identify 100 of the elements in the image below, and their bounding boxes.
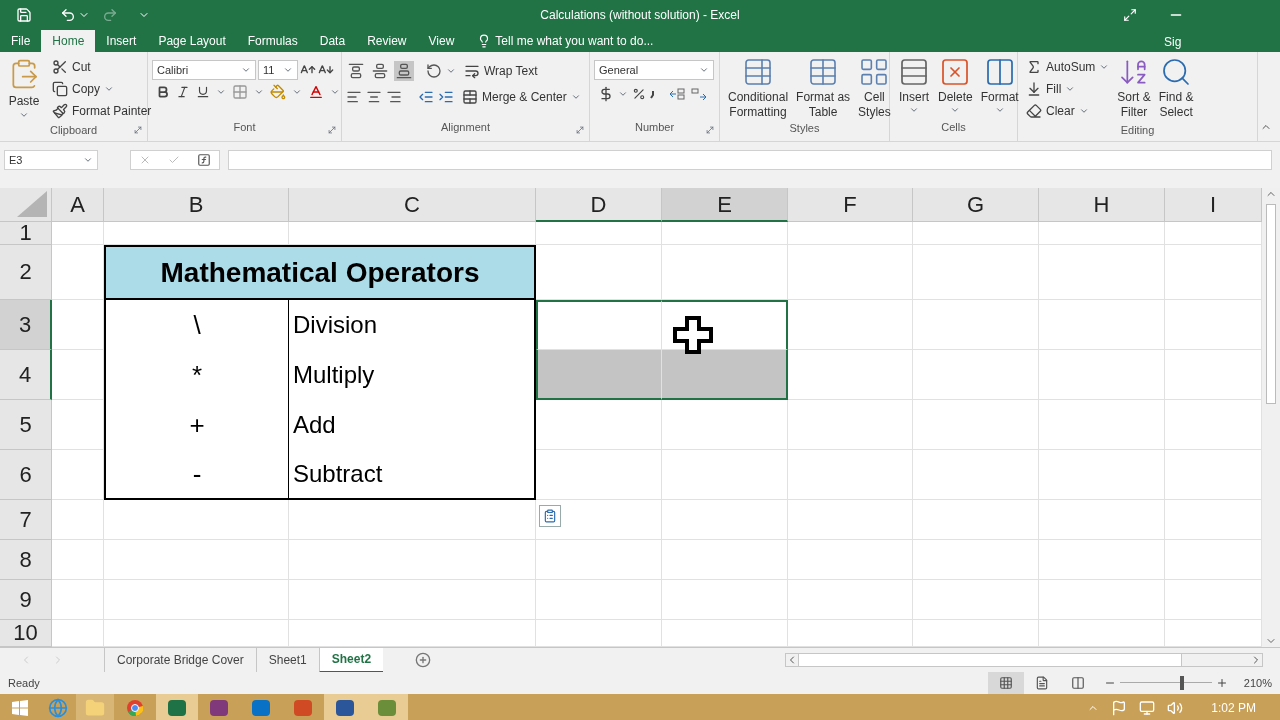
- underline-icon[interactable]: [196, 85, 210, 99]
- styles-button[interactable]: Cell Styles: [854, 56, 895, 120]
- row-header[interactable]: 9: [0, 580, 52, 620]
- sheet-cell[interactable]: [913, 540, 1039, 580]
- row-header[interactable]: 7: [0, 500, 52, 540]
- name-box[interactable]: E3: [4, 150, 98, 170]
- sheet-cell[interactable]: [104, 540, 289, 580]
- align-right-icon[interactable]: [386, 89, 402, 105]
- sheet-cell[interactable]: [788, 580, 913, 620]
- word-icon[interactable]: [324, 694, 366, 720]
- excel-icon[interactable]: [156, 694, 198, 720]
- format-painter-button[interactable]: Format Painter: [48, 100, 156, 122]
- dialog-launcher-icon[interactable]: [705, 125, 715, 135]
- borders-icon[interactable]: [232, 84, 248, 100]
- row-header[interactable]: 5: [0, 400, 52, 450]
- row-header[interactable]: 4: [0, 350, 52, 400]
- new-sheet-icon[interactable]: [415, 652, 432, 668]
- paste-button[interactable]: Paste: [4, 56, 44, 122]
- styles-button[interactable]: Conditional Formatting: [724, 56, 793, 120]
- font-name-field[interactable]: Calibri: [152, 60, 256, 80]
- sheet-cell[interactable]: [913, 450, 1039, 500]
- enter-icon[interactable]: [168, 154, 180, 166]
- column-header[interactable]: C: [289, 188, 536, 222]
- wrap-text-button[interactable]: Wrap Text: [460, 60, 542, 82]
- sheet-cell[interactable]: [1039, 222, 1165, 245]
- sheet-cell[interactable]: [788, 350, 913, 400]
- column-header[interactable]: I: [1165, 188, 1262, 222]
- normal-view-button[interactable]: [987, 672, 1024, 694]
- sheet-cell[interactable]: [913, 245, 1039, 300]
- zoom-level[interactable]: 210%: [1243, 674, 1272, 692]
- ribbon-tab[interactable]: File: [0, 30, 42, 52]
- sheet-cell[interactable]: [913, 222, 1039, 245]
- volume-icon[interactable]: [1167, 700, 1184, 716]
- ribbon-tab[interactable]: Data: [308, 30, 357, 52]
- sheet-cell[interactable]: [52, 540, 104, 580]
- sheet-cell[interactable]: [662, 450, 788, 500]
- sheet-cell[interactable]: [788, 222, 913, 245]
- percent-icon[interactable]: [632, 87, 646, 101]
- selected-cell[interactable]: [662, 350, 788, 400]
- decrease-indent-icon[interactable]: [418, 89, 434, 105]
- column-header[interactable]: H: [1039, 188, 1165, 222]
- fill-color-icon[interactable]: [270, 84, 286, 100]
- app-icon[interactable]: [366, 694, 408, 720]
- copy-button[interactable]: Copy: [48, 78, 156, 100]
- select-all-button[interactable]: [0, 188, 52, 222]
- ribbon-tab[interactable]: Formulas: [236, 30, 309, 52]
- cells-button[interactable]: Delete: [934, 56, 977, 119]
- sheet-cell[interactable]: [1039, 450, 1165, 500]
- sheet-cell[interactable]: [913, 400, 1039, 450]
- column-header[interactable]: B: [104, 188, 289, 222]
- save-icon[interactable]: [16, 7, 32, 23]
- column-header[interactable]: F: [788, 188, 913, 222]
- comma-style-icon[interactable]: [650, 89, 656, 99]
- sheet-cell[interactable]: [536, 222, 662, 245]
- selected-cell[interactable]: [536, 300, 662, 350]
- sheet-cell[interactable]: [289, 540, 536, 580]
- sheet-cell[interactable]: [788, 300, 913, 350]
- sheet-cell[interactable]: [788, 450, 913, 500]
- sheet-cell[interactable]: [1039, 580, 1165, 620]
- sheet-cell[interactable]: [1039, 500, 1165, 540]
- sheet-tab[interactable]: Sheet2: [318, 647, 384, 673]
- zoom-slider[interactable]: [1119, 676, 1212, 690]
- sheet-cell[interactable]: [913, 300, 1039, 350]
- styles-button[interactable]: Format as Table: [792, 56, 855, 120]
- ribbon-tab[interactable]: Home: [41, 30, 96, 52]
- increase-decimal-icon[interactable]: [668, 87, 686, 101]
- number-format-field[interactable]: General: [594, 60, 714, 80]
- font-size-field[interactable]: 11: [258, 60, 298, 80]
- align-left-icon[interactable]: [346, 89, 362, 105]
- network-icon[interactable]: [1139, 700, 1156, 716]
- sheet-cell[interactable]: [662, 540, 788, 580]
- increase-indent-icon[interactable]: [438, 89, 454, 105]
- row-header[interactable]: 10: [0, 620, 52, 647]
- browser-icon[interactable]: [48, 698, 68, 718]
- paste-options-icon[interactable]: [539, 505, 561, 527]
- sheet-cell[interactable]: [662, 222, 788, 245]
- font-color-icon[interactable]: [308, 84, 324, 100]
- ribbon-tab[interactable]: View: [417, 30, 466, 52]
- ribbon-tab[interactable]: Insert: [95, 30, 148, 52]
- clear-button[interactable]: Clear: [1022, 100, 1114, 122]
- sheet-cell[interactable]: [662, 580, 788, 620]
- scroll-thumb[interactable]: [1266, 204, 1276, 404]
- file-explorer-icon[interactable]: [76, 694, 114, 720]
- merge-center-button[interactable]: Merge & Center: [458, 86, 585, 108]
- ribbon-tab[interactable]: Review: [356, 30, 418, 52]
- column-header[interactable]: A: [52, 188, 104, 222]
- sheet-cell[interactable]: [104, 580, 289, 620]
- orientation-icon[interactable]: [426, 63, 442, 79]
- cells-button[interactable]: Format: [976, 56, 1023, 119]
- fill-button[interactable]: Fill: [1022, 78, 1114, 100]
- bold-icon[interactable]: [156, 85, 170, 99]
- scroll-thumb[interactable]: [798, 654, 1182, 666]
- italic-icon[interactable]: [176, 85, 190, 99]
- vertical-align-button[interactable]: [394, 61, 414, 81]
- sheet-cell[interactable]: [1039, 350, 1165, 400]
- sheet-cell[interactable]: [52, 222, 104, 245]
- row-header[interactable]: 3: [0, 300, 52, 350]
- tell-me-field[interactable]: Tell me what you want to do...: [495, 32, 654, 50]
- insert-function-icon[interactable]: [196, 153, 211, 167]
- row-header[interactable]: 2: [0, 245, 52, 300]
